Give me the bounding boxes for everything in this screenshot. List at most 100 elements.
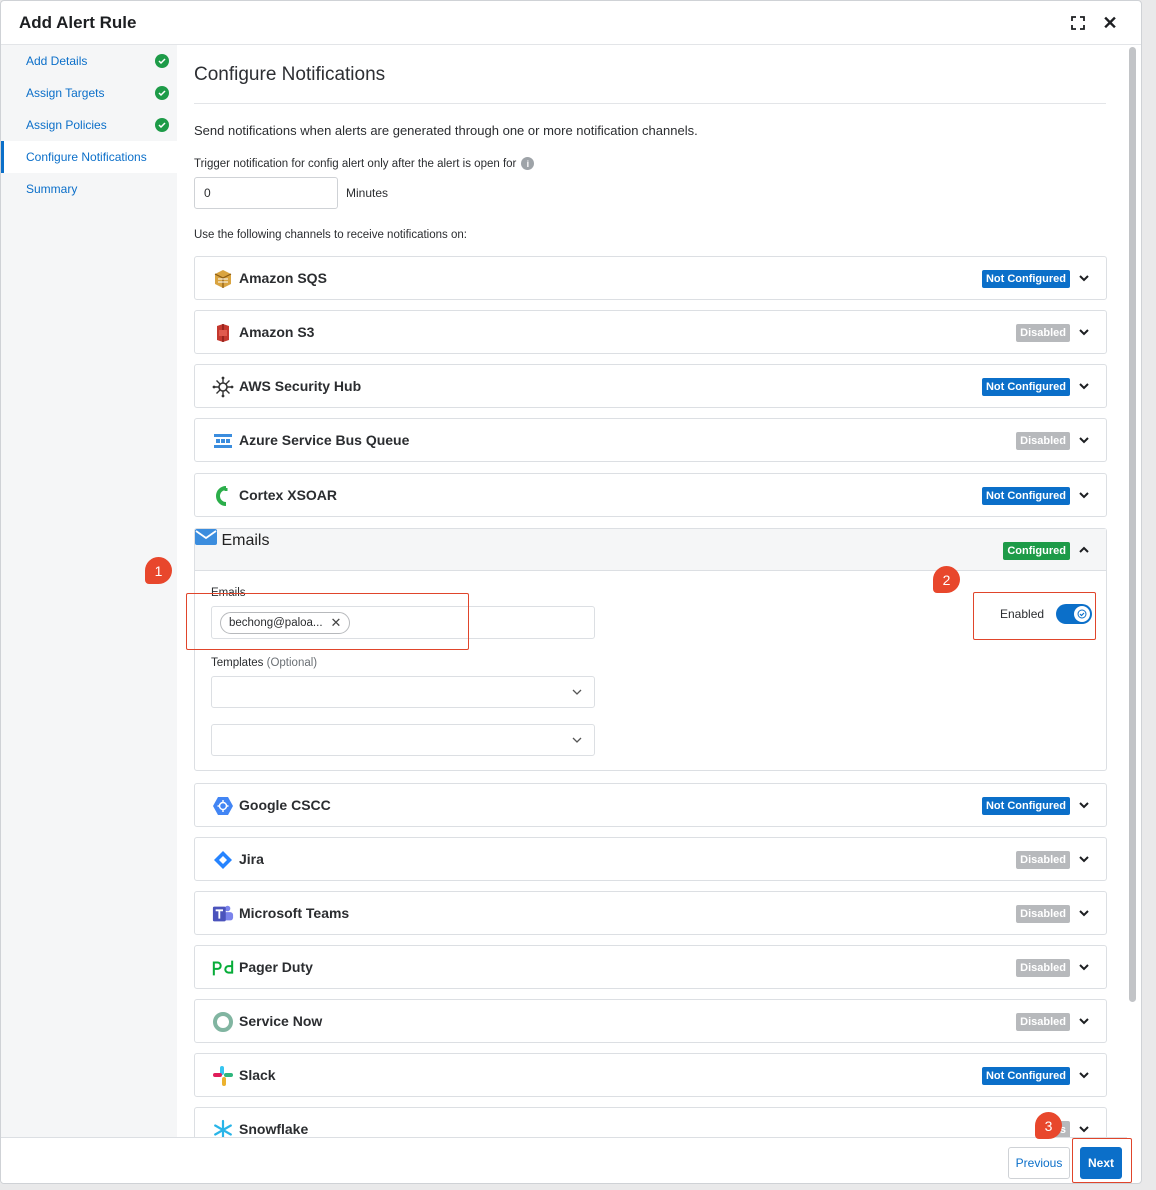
azure-service-bus-icon — [212, 430, 234, 452]
channel-pager-duty: Pager Duty Disabled — [194, 945, 1107, 989]
channel-snowflake: Snowflake Dis — [194, 1107, 1107, 1137]
channel-header[interactable]: Amazon S3 Disabled — [195, 311, 1106, 353]
channel-header[interactable]: Azure Service Bus Queue Disabled — [195, 419, 1106, 461]
template-select-2[interactable] — [211, 724, 595, 756]
sidebar-item-summary[interactable]: Summary — [1, 173, 177, 205]
sidebar-item-label: Summary — [26, 182, 78, 196]
channel-jira: Jira Disabled — [194, 837, 1107, 881]
channel-emails: Emails Configured Emails bechong@paloa..… — [194, 528, 1107, 771]
modal-header: Add Alert Rule ✕ — [1, 1, 1141, 45]
previous-button[interactable]: Previous — [1008, 1147, 1070, 1179]
channel-slack: Slack Not Configured — [194, 1053, 1107, 1097]
trigger-minutes-input[interactable] — [194, 177, 338, 209]
check-circle-icon — [155, 54, 169, 68]
channel-header[interactable]: Pager Duty Disabled — [195, 946, 1106, 988]
emails-input[interactable]: bechong@paloa... ✕ — [211, 606, 595, 639]
channel-header[interactable]: Cortex XSOAR Not Configured — [195, 474, 1106, 516]
aws-security-hub-icon — [212, 376, 234, 398]
page-title: Configure Notifications — [194, 64, 386, 85]
template-select-1[interactable] — [211, 676, 595, 708]
chevron-up-icon[interactable] — [1078, 544, 1090, 556]
wizard-sidebar: Add Details Assign Targets Assign Polici… — [1, 45, 177, 1137]
next-button[interactable]: Next — [1080, 1147, 1122, 1179]
templates-label-text: Templates — [211, 657, 264, 669]
channel-service-now: Service Now Disabled — [194, 999, 1107, 1043]
chevron-down-icon[interactable] — [1078, 961, 1090, 973]
status-badge: Configured — [1003, 542, 1070, 560]
sidebar-item-configure-notifications[interactable]: Configure Notifications — [1, 141, 177, 173]
channel-name: Snowflake — [239, 1121, 309, 1137]
status-badge: Disabled — [1016, 1013, 1070, 1031]
minutes-unit-label: Minutes — [346, 186, 389, 200]
chevron-down-icon[interactable] — [1078, 326, 1090, 338]
snowflake-icon — [212, 1119, 234, 1137]
channel-header[interactable]: Service Now Disabled — [195, 1000, 1106, 1042]
sidebar-item-assign-policies[interactable]: Assign Policies — [1, 109, 177, 141]
enabled-toggle[interactable] — [1056, 604, 1092, 624]
chevron-down-icon[interactable] — [1078, 434, 1090, 446]
chevron-down-icon[interactable] — [1078, 853, 1090, 865]
trigger-label: Trigger notification for config alert on… — [194, 157, 535, 170]
close-icon[interactable]: ✕ — [1100, 13, 1120, 33]
scrollbar[interactable] — [1127, 45, 1139, 1137]
chevron-down-icon[interactable] — [1078, 489, 1090, 501]
channel-name: Slack — [239, 1067, 276, 1083]
email-chip: bechong@paloa... ✕ — [220, 612, 351, 634]
channel-azure-service-bus-queue: Azure Service Bus Queue Disabled — [194, 418, 1107, 462]
status-badge: Disabled — [1016, 324, 1070, 342]
amazon-s3-icon — [212, 322, 234, 344]
channel-header[interactable]: Emails Configured — [195, 529, 1106, 571]
channel-aws-security-hub: AWS Security Hub Not Configured — [194, 364, 1107, 408]
chevron-down-icon[interactable] — [1078, 907, 1090, 919]
templates-label: Templates (Optional) — [211, 657, 317, 669]
annotation-marker: 1 — [145, 557, 172, 584]
slack-icon — [212, 1065, 234, 1087]
channel-header[interactable]: Amazon SQS Not Configured — [195, 257, 1106, 299]
main-content: Configure Notifications Send notificatio… — [177, 45, 1127, 1137]
modal-footer: Previous Next — [1, 1137, 1127, 1183]
annotation-marker: 3 — [1035, 1112, 1062, 1139]
status-badge: Not Configured — [981, 270, 1070, 288]
channel-amazon-sqs: Amazon SQS Not Configured — [194, 256, 1107, 300]
channel-cortex-xsoar: Cortex XSOAR Not Configured — [194, 473, 1107, 517]
sidebar-item-assign-targets[interactable]: Assign Targets — [1, 77, 177, 109]
status-badge: Not Configured — [981, 1067, 1070, 1085]
sidebar-item-add-details[interactable]: Add Details — [1, 45, 177, 77]
expand-icon[interactable] — [1068, 13, 1088, 33]
chevron-down-icon[interactable] — [1078, 1015, 1090, 1027]
channel-name: Amazon S3 — [239, 324, 315, 340]
channel-microsoft-teams: Microsoft Teams Disabled — [194, 891, 1107, 935]
pager-duty-icon — [212, 957, 234, 979]
channel-name: Service Now — [239, 1013, 323, 1029]
channel-header[interactable]: Microsoft Teams Disabled — [195, 892, 1106, 934]
channel-header[interactable]: Google CSCC Not Configured — [195, 784, 1106, 826]
channel-google-cscc: Google CSCC Not Configured — [194, 783, 1107, 827]
chevron-down-icon[interactable] — [1078, 380, 1090, 392]
jira-icon — [212, 849, 234, 871]
sidebar-item-label: Assign Policies — [26, 118, 107, 132]
scrollbar-thumb[interactable] — [1129, 47, 1136, 1002]
chevron-down-icon — [572, 689, 582, 695]
status-badge: Not Configured — [981, 797, 1070, 815]
channel-header[interactable]: Snowflake Dis — [195, 1108, 1106, 1137]
status-badge: Disabled — [1016, 959, 1070, 977]
sidebar-item-label: Configure Notifications — [26, 150, 147, 164]
info-icon[interactable]: i — [521, 157, 535, 170]
channel-name: Jira — [239, 851, 264, 867]
page-description: Send notifications when alerts are gener… — [194, 123, 698, 138]
chevron-down-icon[interactable] — [1078, 272, 1090, 284]
chevron-down-icon[interactable] — [1078, 1123, 1090, 1135]
status-badge: Disabled — [1016, 905, 1070, 923]
google-cscc-icon — [212, 795, 234, 817]
amazon-sqs-icon — [212, 268, 234, 290]
chevron-down-icon — [572, 737, 582, 743]
email-chip-text: bechong@paloa... — [229, 617, 323, 629]
microsoft-teams-icon — [212, 903, 234, 925]
chevron-down-icon[interactable] — [1078, 799, 1090, 811]
add-alert-rule-modal: Add Alert Rule ✕ Add Details Assign Targ… — [0, 0, 1142, 1184]
channel-header[interactable]: Slack Not Configured — [195, 1054, 1106, 1096]
remove-chip-icon[interactable]: ✕ — [331, 615, 342, 631]
channel-header[interactable]: Jira Disabled — [195, 838, 1106, 880]
channel-header[interactable]: AWS Security Hub Not Configured — [195, 365, 1106, 407]
chevron-down-icon[interactable] — [1078, 1069, 1090, 1081]
